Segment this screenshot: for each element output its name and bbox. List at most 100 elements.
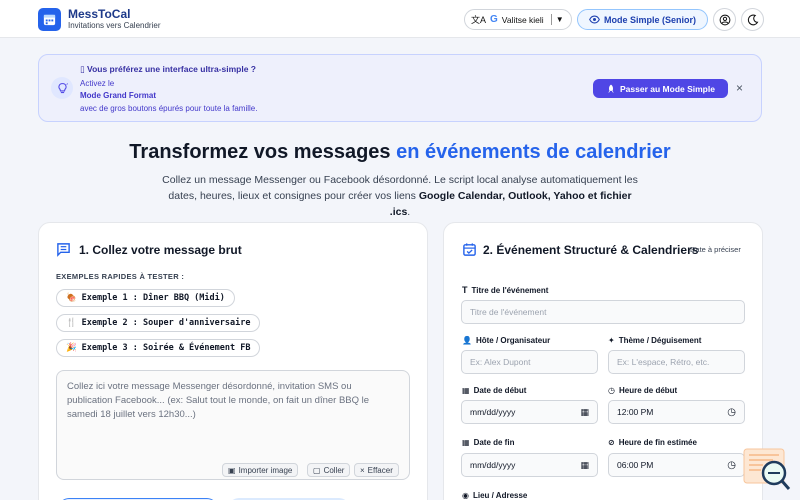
lightbulb-icon (51, 77, 73, 99)
banner-line-2: Mode Grand Format (80, 91, 157, 100)
structured-event-card: 2. Événement Structuré & Calendriers Dat… (443, 222, 763, 500)
end-time-input[interactable]: 06:00 PM ◷ (608, 453, 745, 477)
end-date-input[interactable]: mm/dd/yyyy ▦ (461, 453, 598, 477)
theme-label-text: Thème / Déguisement (618, 336, 702, 345)
app-subtitle: Invitations vers Calendrier (68, 21, 161, 30)
host-placeholder: Ex: Alex Dupont (470, 357, 531, 367)
host-label: 👤 Hôte / Organisateur (462, 336, 550, 345)
clock-picker-icon[interactable]: ◷ (727, 407, 736, 418)
start-date-input[interactable]: mm/dd/yyyy ▦ (461, 400, 598, 424)
banner-title-text: Vous préférez une interface ultra-simple… (87, 64, 256, 74)
theme-placeholder: Ex: L'espace, Rétro, etc. (617, 357, 710, 367)
start-date-value: mm/dd/yyyy (470, 407, 516, 417)
desc-end: . (407, 206, 411, 218)
event-title-input[interactable]: Titre de l'événement (461, 300, 745, 324)
start-date-label-text: Date de début (473, 386, 527, 395)
theme-label: ✦ Thème / Déguisement (608, 336, 701, 345)
banner-line-1: Activez le (80, 79, 115, 88)
paste-label: Coller (323, 465, 345, 475)
sparkle-icon: ▯ (80, 64, 88, 74)
host-label-text: Hôte / Organisateur (475, 336, 551, 345)
divider (550, 14, 552, 25)
event-title-label-text: Titre de l'événement (471, 285, 549, 295)
start-time-label: ◷ Heure de début (608, 386, 677, 395)
end-date-label-text: Date de fin (473, 438, 515, 447)
user-icon (719, 14, 730, 25)
clear-label: Effacer (367, 465, 393, 475)
calendar-picker-icon[interactable]: ▦ (580, 407, 589, 418)
example-3-button[interactable]: 🎉 Exemple 3 : Soirée & Événement FB (56, 339, 261, 357)
event-title-placeholder: Titre de l'événement (470, 307, 547, 317)
clock-icon: ◷ (608, 386, 615, 395)
document-search-icon (743, 448, 791, 490)
message-input-card: 1. Collez votre message brut EXEMPLES RA… (38, 222, 428, 500)
end-date-label: ▦ Date de fin (462, 438, 514, 447)
date-status-badge: Date à préciser (690, 245, 741, 254)
quick-examples-label: EXEMPLES RAPIDES À TESTER : (56, 272, 185, 281)
sparkle-icon: ✦ (608, 336, 615, 345)
page-title-accent: en événements de calendrier (396, 141, 671, 163)
image-icon: ▣ (228, 465, 236, 475)
top-header: MessToCal Invitations vers Calendrier 文A… (0, 0, 800, 38)
example-2-label: Exemple 2 : Souper d'anniversaire (81, 318, 251, 328)
start-time-label-text: Heure de début (618, 386, 678, 395)
calendar-check-icon (462, 242, 477, 262)
page-title-main: Transformez vos messages (129, 141, 391, 163)
fork-knife-icon: 🍴 (66, 318, 77, 328)
paste-button[interactable]: ▢ Coller (307, 463, 351, 477)
example-2-button[interactable]: 🍴 Exemple 2 : Souper d'anniversaire (56, 314, 261, 332)
simple-mode-banner: ▯ Vous préférez une interface ultra-simp… (38, 54, 762, 122)
close-icon[interactable]: × (736, 81, 743, 95)
calendar-icon: ▦ (462, 438, 470, 447)
party-icon: 🎉 (66, 343, 77, 353)
page-description: Collez un message Messenger ou Facebook … (160, 172, 640, 220)
location-label-text: Lieu / Adresse (472, 491, 528, 500)
desc-bold: Google Calendar, Outlook, Yahoo et fichi… (389, 190, 632, 218)
banner-title: ▯ Vous préférez une interface ultra-simp… (80, 64, 256, 75)
bbq-icon: 🍖 (66, 293, 77, 303)
import-image-label: Importer image (238, 465, 293, 475)
simple-mode-label: Mode Simple (Senior) (603, 14, 696, 25)
chevron-down-icon: ▼ (555, 15, 564, 24)
clear-button[interactable]: × Effacer (354, 463, 399, 477)
import-image-button[interactable]: ▣ Importer image (222, 463, 299, 477)
calendar-icon: ▦ (462, 386, 470, 395)
location-label: ◉ Lieu / Adresse (462, 491, 527, 500)
page-title: Transformez vos messages en événements d… (0, 141, 800, 164)
example-1-button[interactable]: 🍖 Exemple 1 : Dîner BBQ (Midi) (56, 289, 235, 307)
calendar-picker-icon[interactable]: ▦ (580, 460, 589, 471)
end-time-value: 06:00 PM (617, 460, 654, 470)
rocket-icon (608, 84, 614, 93)
map-pin-icon: ◉ (462, 491, 469, 500)
desc-line-2: dates, heures, lieux et consignes pour c… (168, 190, 416, 202)
start-time-value: 12:00 PM (617, 407, 654, 417)
text-icon: T (462, 285, 468, 295)
textarea-placeholder: Collez ici votre message Messenger désor… (67, 381, 370, 420)
host-input[interactable]: Ex: Alex Dupont (461, 350, 598, 374)
eye-icon (589, 15, 600, 24)
switch-simple-mode-button[interactable]: Passer au Mode Simple (593, 79, 728, 98)
theme-toggle-button[interactable] (741, 8, 764, 31)
user-icon: 👤 (462, 336, 472, 345)
language-selector[interactable]: 文A G Valitse kieli ▼ (464, 9, 572, 30)
account-button[interactable] (713, 8, 736, 31)
simple-mode-button[interactable]: Mode Simple (Senior) (577, 9, 708, 30)
end-time-label: ⊘ Heure de fin estimée (608, 438, 697, 447)
calendar-logo-icon[interactable] (38, 8, 61, 31)
end-time-label-text: Heure de fin estimée (618, 438, 697, 447)
moon-icon (747, 14, 758, 25)
message-icon (56, 242, 71, 262)
clock-picker-icon[interactable]: ◷ (727, 460, 736, 471)
end-date-value: mm/dd/yyyy (470, 460, 516, 470)
event-title-label: T Titre de l'événement (462, 285, 548, 295)
app-title: MessToCal (68, 7, 131, 21)
alarm-off-icon: ⊘ (608, 438, 615, 447)
switch-simple-mode-label: Passer au Mode Simple (620, 83, 715, 94)
desc-line-1: Collez un message Messenger ou Facebook … (162, 174, 638, 186)
floating-search-widget[interactable] (743, 447, 791, 492)
theme-input[interactable]: Ex: L'espace, Rétro, etc. (608, 350, 745, 374)
start-date-label: ▦ Date de début (462, 386, 526, 395)
language-label: Valitse kieli (501, 14, 544, 25)
message-card-title: 1. Collez votre message brut (79, 243, 242, 257)
start-time-input[interactable]: 12:00 PM ◷ (608, 400, 745, 424)
